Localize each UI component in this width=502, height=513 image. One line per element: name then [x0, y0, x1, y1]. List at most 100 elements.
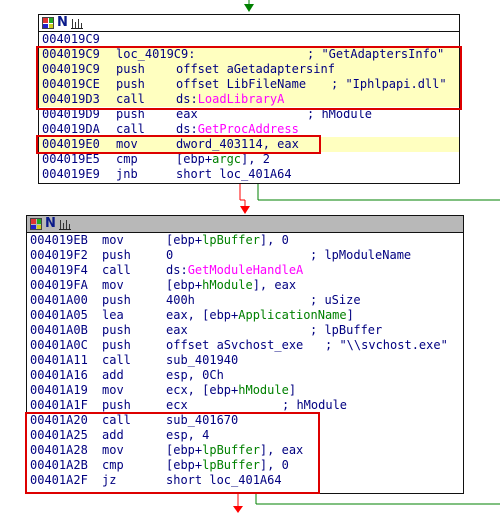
- asm-operand: [ebp+lpBuffer], eax: [166, 443, 303, 458]
- asm-line[interactable]: 00401A1F push ecx ; hModule: [27, 398, 463, 413]
- asm-line[interactable]: 00401A2F jz short loc_401A64: [27, 473, 463, 488]
- asm-address: 004019F4: [30, 263, 88, 277]
- asm-line[interactable]: 00401A20 call sub_401670: [27, 413, 463, 428]
- names-icon[interactable]: N: [45, 217, 56, 230]
- asm-address: 00401A2F: [30, 473, 88, 487]
- asm-address: 00401A25: [30, 428, 88, 442]
- asm-mnemonic: lea: [102, 308, 124, 322]
- edge-arrow-bottom-false: [233, 506, 243, 513]
- asm-line[interactable]: 004019E0 mov dword_403114, eax: [39, 137, 459, 152]
- bars-icon[interactable]: [70, 17, 83, 29]
- asm-operand: [ebp+argc], 2: [176, 152, 270, 167]
- operand-text: esp, 4: [166, 428, 210, 442]
- asm-mnemonic: call: [116, 122, 145, 136]
- asm-line[interactable]: 004019F2 push 0 ; lpModuleName: [27, 248, 463, 263]
- graph-view-icon[interactable]: [30, 218, 42, 230]
- asm-address: 00401A11: [30, 353, 88, 367]
- operand-text: ds:: [166, 263, 188, 277]
- stack-variable[interactable]: argc: [212, 152, 241, 166]
- asm-line[interactable]: 004019F4 call ds:GetModuleHandleA: [27, 263, 463, 278]
- asm-operand: 0: [166, 248, 173, 263]
- asm-address: 00401A28: [30, 443, 88, 457]
- edge-arrow-in: [244, 4, 254, 12]
- asm-mnemonic: cmp: [116, 152, 138, 166]
- asm-address: 00401A16: [30, 368, 88, 382]
- asm-operand: ecx, [ebp+hModule]: [166, 383, 296, 398]
- operand-text: ], 0: [259, 233, 289, 247]
- asm-line[interactable]: 00401A05 lea eax, [ebp+ApplicationName]: [27, 308, 463, 323]
- asm-address: 00401A0C: [30, 338, 88, 352]
- block-lines: 004019EB mov [ebp+lpBuffer], 0 004019F2 push…: [27, 233, 463, 488]
- asm-address: 004019C9: [42, 32, 100, 46]
- stack-variable[interactable]: hModule: [238, 383, 289, 397]
- asm-operand: eax: [166, 323, 188, 338]
- operand-text: short loc_401A64: [166, 473, 282, 487]
- asm-operand: short loc_401A64: [166, 473, 282, 488]
- operand-text: ], eax: [259, 443, 304, 457]
- asm-line[interactable]: 004019C9 push offset aGetadaptersinf: [39, 62, 459, 77]
- asm-line[interactable]: 004019D9 push eax ; hModule: [39, 107, 459, 122]
- operand-text: offset aSvchost_exe: [166, 338, 304, 352]
- stack-variable[interactable]: hModule: [202, 278, 253, 292]
- asm-mnemonic: push: [102, 323, 131, 337]
- stack-variable[interactable]: lpBuffer: [202, 233, 260, 247]
- asm-address: 004019C9: [42, 62, 100, 76]
- api-import-name[interactable]: GetModuleHandleA: [188, 263, 304, 277]
- asm-address: 00401A20: [30, 413, 88, 427]
- asm-operand: esp, 4: [166, 428, 209, 443]
- operand-text: ]: [346, 308, 354, 322]
- asm-line[interactable]: 004019FA mov [ebp+hModule], eax: [27, 278, 463, 293]
- asm-operand: ds:LoadLibraryA: [176, 92, 284, 107]
- edge-arrow-false: [240, 206, 250, 214]
- asm-line[interactable]: 00401A00 push 400h ; uSize: [27, 293, 463, 308]
- asm-mnemonic: push: [102, 293, 131, 307]
- asm-line[interactable]: 00401A19 mov ecx, [ebp+hModule]: [27, 383, 463, 398]
- bars-icon[interactable]: [58, 218, 71, 230]
- operand-text: ecx, [ebp+: [166, 383, 239, 397]
- asm-operand: ds:GetModuleHandleA: [166, 263, 303, 278]
- asm-address: 00401A05: [30, 308, 88, 322]
- asm-operand: offset LibFileName: [176, 77, 306, 92]
- asm-line[interactable]: 004019D3 call ds:LoadLibraryA: [39, 92, 459, 107]
- api-import-name[interactable]: GetProcAddress: [198, 122, 299, 136]
- asm-address: 004019D3: [42, 92, 100, 106]
- operand-text: sub_401940: [166, 353, 239, 367]
- asm-line[interactable]: 004019DA call ds:GetProcAddress: [39, 122, 459, 137]
- basic-block-4019c9[interactable]: N 004019C9 004019C9 loc_4019C9:; "GetAdapt…: [38, 14, 460, 184]
- asm-line[interactable]: 00401A2B cmp [ebp+lpBuffer], 0: [27, 458, 463, 473]
- block-titlebar[interactable]: N: [39, 15, 459, 32]
- graph-view-icon[interactable]: [42, 17, 54, 29]
- asm-line[interactable]: 00401A28 mov [ebp+lpBuffer], eax: [27, 443, 463, 458]
- asm-line[interactable]: 00401A0B push eax ; lpBuffer: [27, 323, 463, 338]
- asm-line[interactable]: 004019C9: [39, 32, 459, 47]
- stack-variable[interactable]: lpBuffer: [202, 443, 260, 457]
- asm-address: 004019E0: [42, 137, 100, 151]
- operand-text: offset aGetadaptersinf: [176, 62, 335, 76]
- asm-comment: ; "GetAdaptersInfo": [307, 47, 445, 61]
- stack-variable[interactable]: ApplicationName: [238, 308, 346, 322]
- operand-text: ]: [288, 383, 297, 397]
- asm-line[interactable]: 004019EB mov [ebp+lpBuffer], 0: [27, 233, 463, 248]
- asm-mnemonic: add: [102, 368, 124, 382]
- asm-mnemonic: call: [102, 353, 131, 367]
- asm-operand: dword_403114, eax: [176, 137, 299, 152]
- asm-mnemonic: push: [102, 338, 131, 352]
- asm-comment: ; hModule: [307, 107, 373, 121]
- asm-operand: sub_401670: [166, 413, 238, 428]
- asm-line[interactable]: 004019C9 loc_4019C9: ; "GetAdaptersInfo": [39, 47, 459, 62]
- basic-block-4019eb[interactable]: N 004019EB mov [ebp+lpBuffer], 0 004019F2 pu…: [26, 215, 464, 494]
- stack-variable[interactable]: lpBuffer: [202, 458, 260, 472]
- operand-text: eax: [176, 107, 198, 121]
- asm-line[interactable]: 00401A0C push offset aSvchost_exe ; "\\svch…: [27, 338, 463, 353]
- asm-line[interactable]: 00401A16 add esp, 0Ch: [27, 368, 463, 383]
- api-import-name[interactable]: LoadLibraryA: [198, 92, 285, 106]
- block-titlebar[interactable]: N: [27, 216, 463, 233]
- asm-line[interactable]: 00401A25 add esp, 4: [27, 428, 463, 443]
- asm-operand: [ebp+lpBuffer], 0: [166, 233, 289, 248]
- asm-line[interactable]: 004019CE push offset LibFileName ; "Iphlpap…: [39, 77, 459, 92]
- asm-line[interactable]: 004019E5 cmp [ebp+argc], 2: [39, 152, 459, 167]
- asm-line[interactable]: 004019E9 jnb short loc_401A64: [39, 167, 459, 182]
- asm-line[interactable]: 00401A11 call sub_401940: [27, 353, 463, 368]
- names-icon[interactable]: N: [57, 16, 68, 29]
- asm-address: 004019CE: [42, 77, 100, 91]
